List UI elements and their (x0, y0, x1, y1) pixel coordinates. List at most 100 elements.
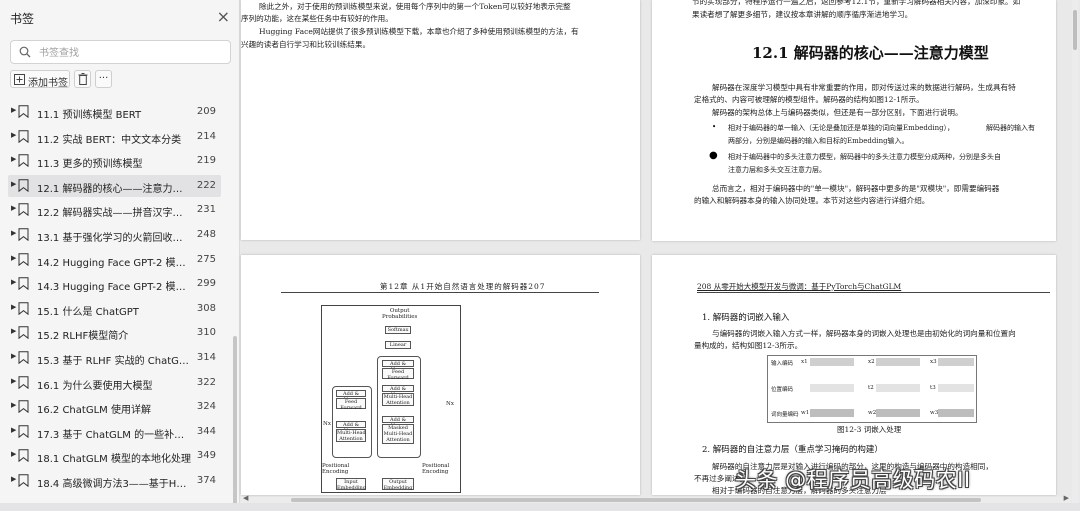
bookmark-page-number: 214 (196, 130, 216, 142)
bookmark-search-box[interactable] (10, 40, 231, 64)
bookmark-page-number: 308 (196, 302, 216, 314)
bookmark-label: 14.2 Hugging Face GPT-2 模型源... (37, 257, 192, 269)
diagram-box: Input Embedding (336, 478, 366, 491)
sidebar-item-bookmark[interactable]: ▶ 16.1 为什么要使用大模型 322 (0, 371, 232, 396)
bookmark-search-input[interactable] (37, 44, 226, 62)
expand-arrow-icon[interactable]: ▶ (11, 229, 16, 237)
running-head: 第12章 从1开始自然语言处理的解码器207 (380, 282, 546, 291)
add-bookmark-button[interactable]: 添加书签 (10, 70, 70, 89)
scroll-thumb[interactable] (291, 498, 981, 502)
expand-arrow-icon[interactable]: ▶ (11, 327, 16, 335)
expand-arrow-icon[interactable]: ▶ (11, 377, 16, 385)
vector-block (810, 358, 854, 366)
bookmark-icon (18, 154, 29, 168)
cell-label: w2 (868, 410, 877, 416)
trash-icon (78, 73, 88, 85)
transformer-decoder-diagram: Output Probabilities Softmax Linear Add … (321, 305, 461, 493)
bookmark-page-number: 374 (196, 474, 216, 486)
sidebar-item-bookmark[interactable]: ▶ 15.1 什么是 ChatGPT 308 (0, 297, 232, 322)
header-rule (281, 292, 599, 293)
bookmark-page-number: 324 (196, 401, 216, 413)
expand-arrow-icon[interactable]: ▶ (11, 426, 16, 434)
bookmark-icon (18, 425, 29, 438)
cell-label: x3 (930, 359, 937, 365)
bookmark-icon (18, 129, 29, 143)
expand-arrow-icon[interactable]: ▶ (11, 475, 16, 483)
row-label: 输入编码 (771, 361, 794, 367)
pdf-page-3: 第12章 从1开始自然语言处理的解码器207 Output Probabilit… (241, 255, 640, 495)
diagram-label: Nx (323, 421, 331, 427)
bookmark-sidebar: 书签 × 添加书签 ··· ▶11.1 预训练模型 BERT209▶11.2 (0, 0, 240, 511)
diagram-box: Add & Norm (382, 385, 414, 398)
sidebar-item-bookmark[interactable]: ▶ 17.3 基于 ChatGLM 的一些补充内容 344 (0, 420, 232, 445)
sidebar-item-bookmark[interactable]: ▶ 11.3 更多的预训练模型 219 (0, 149, 232, 174)
bullet-line: 相对于编码器中的多头注意力模型，解码器中的多头注意力模型分成两种，分别是多头自 (728, 153, 1001, 161)
expand-arrow-icon[interactable]: ▶ (11, 180, 16, 188)
bookmark-label: 12.2 解码器实战——拼音汉字翻译... (37, 208, 192, 220)
pdf-page-4: 208 从零开始大模型开发与微调：基于PyTorch与ChatGLM 1. 解码… (652, 255, 1056, 495)
bookmark-label: 11.1 预训练模型 BERT (37, 110, 142, 121)
paragraph-line: 量构成的，结构如图12-3所示。 (694, 341, 803, 350)
scroll-thumb[interactable] (1073, 10, 1077, 50)
expand-arrow-icon[interactable]: ▶ (11, 352, 16, 360)
sidebar-item-bookmark[interactable]: ▶ 14.2 Hugging Face GPT-2 模型源... 275 (0, 248, 232, 273)
vertical-scrollbar[interactable] (1072, 0, 1078, 511)
bookmark-icon (18, 400, 29, 414)
figure-caption: 图12-3 词嵌入处理 (837, 425, 902, 434)
diagram-label: Positional Encoding (322, 463, 350, 475)
watermark-text: 头条 @程序员高级码农II (735, 468, 971, 492)
sidebar-item-bookmark[interactable]: ▶ 14.3 Hugging Face GPT-2 模型的... 299 (0, 272, 232, 297)
diagram-box: Softmax (385, 326, 411, 334)
cell-label: w3 (930, 410, 939, 416)
expand-arrow-icon[interactable]: ▶ (11, 204, 16, 212)
sidebar-item-bookmark[interactable]: ▶ 15.2 RLHF模型简介 310 (0, 321, 232, 346)
diagram-box: Output Embedding (382, 478, 414, 491)
taskbar (0, 503, 1080, 511)
subsection-heading: 1. 解码器的词嵌入输入 (702, 313, 790, 323)
bookmark-icon (18, 474, 29, 487)
vector-block (810, 384, 854, 392)
bookmark-page-number: 209 (196, 106, 216, 117)
sidebar-scrollbar[interactable] (233, 336, 237, 506)
bookmark-label: 12.1 解码器的核心——注意力模型 (37, 183, 192, 195)
sidebar-item-bookmark[interactable]: ▶ 12.2 解码器实战——拼音汉字翻译... 231 (0, 198, 232, 223)
sidebar-item-bookmark[interactable]: ▶ 15.3 基于 RLHF 实战的 ChatGPT 正... 314 (0, 346, 232, 371)
vector-block (876, 384, 920, 392)
expand-arrow-icon[interactable]: ▶ (11, 450, 16, 458)
expand-arrow-icon[interactable]: ▶ (11, 303, 16, 311)
scroll-right-icon[interactable]: ▶ (1064, 494, 1069, 502)
sidebar-item-bookmark[interactable]: ▶ 18.4 高级微调方法3——基于Hug... 374 (0, 469, 232, 494)
scroll-left-icon[interactable]: ◀ (243, 494, 248, 502)
subsection-heading: 2. 解码器的自注意力层（重点学习掩码的构建） (702, 445, 883, 455)
bookmark-label: 17.3 基于 ChatGLM 的一些补充内容 (37, 429, 192, 441)
diagram-box: Add & Norm (336, 390, 366, 403)
sidebar-item-bookmark[interactable]: ▶ 11.2 实战 BERT：中文文本分类 214 (0, 125, 232, 150)
cell-label: t2 (868, 385, 874, 391)
expand-arrow-icon[interactable]: ▶ (11, 278, 16, 286)
vector-block (876, 358, 920, 366)
diagram-box: Feed Forward (382, 368, 414, 381)
expand-arrow-icon[interactable]: ▶ (11, 155, 16, 163)
expand-arrow-icon[interactable]: ▶ (11, 106, 16, 114)
close-icon[interactable]: × (217, 7, 230, 26)
expand-arrow-icon[interactable]: ▶ (11, 401, 16, 409)
bookmark-icon (18, 203, 29, 217)
sidebar-item-bookmark[interactable]: ▶ 12.1 解码器的核心——注意力模型 222 (0, 174, 232, 199)
expand-arrow-icon[interactable]: ▶ (11, 254, 16, 262)
delete-bookmark-button[interactable] (74, 70, 91, 88)
row-label: 词向量编码 (771, 412, 799, 418)
sidebar-item-bookmark[interactable]: ▶ 18.1 ChatGLM 模型的本地化处理 349 (0, 444, 232, 469)
bullet-glyph: ● (709, 150, 718, 161)
bookmark-page-number: 349 (196, 450, 216, 462)
expand-arrow-icon[interactable]: ▶ (11, 131, 16, 139)
sidebar-item-bookmark[interactable]: ▶ 11.1 预训练模型 BERT 209 (0, 100, 232, 125)
sidebar-item-bookmark[interactable]: ▶ 16.2 ChatGLM 使用详解 324 (0, 395, 232, 420)
vector-block (938, 384, 974, 392)
vector-block (938, 358, 974, 366)
bookmark-label: 15.2 RLHF模型简介 (37, 331, 129, 343)
sidebar-item-bookmark[interactable]: ▶ 13.1 基于强化学习的火箭回收实战 248 (0, 223, 232, 248)
diagram-box: Multi-Head Attention (336, 429, 366, 442)
more-options-button[interactable]: ··· (95, 70, 112, 88)
cell-label: x2 (868, 359, 875, 365)
bookmark-label: 14.3 Hugging Face GPT-2 模型的... (37, 282, 192, 294)
